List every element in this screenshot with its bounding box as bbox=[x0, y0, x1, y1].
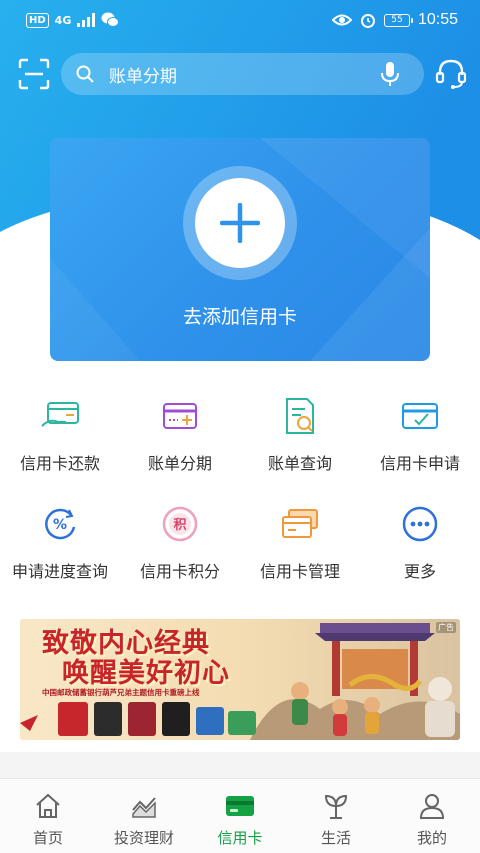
add-credit-card-panel[interactable]: 去添加信用卡 bbox=[50, 138, 430, 361]
card-apply-icon bbox=[402, 403, 438, 429]
tab-label: 我的 bbox=[416, 829, 447, 847]
eye-icon bbox=[331, 14, 352, 26]
tab-credit-card[interactable]: 信用卡 bbox=[192, 779, 288, 853]
clock-time: 10:55 bbox=[417, 11, 458, 28]
credit-card-icon bbox=[226, 796, 254, 816]
search-icon bbox=[76, 65, 94, 83]
life-icon bbox=[324, 794, 348, 819]
bottom-tab-bar: 首页 投资理财 信用卡 生活 我的 bbox=[0, 778, 480, 853]
promo-banner[interactable]: 致敬内心经典 唤醒美好初心 中国邮政储蓄银行葫芦兄弟主题信用卡重磅上线 广告 bbox=[20, 619, 460, 740]
search-placeholder: 账单分期 bbox=[109, 66, 177, 87]
wechat-icon bbox=[101, 12, 120, 27]
card-manage-icon bbox=[282, 509, 318, 538]
hd-badge: HD bbox=[26, 12, 49, 28]
status-bar: HD 4G 55 10:55 bbox=[0, 0, 480, 40]
function-label: 更多 bbox=[403, 562, 436, 581]
svg-text:积: 积 bbox=[173, 517, 186, 533]
svg-text:%: % bbox=[53, 517, 67, 533]
function-label: 信用卡积分 bbox=[139, 562, 220, 581]
function-card-apply[interactable]: 信用卡申请 bbox=[360, 396, 480, 504]
home-icon bbox=[36, 793, 60, 818]
alarm-icon bbox=[360, 14, 375, 28]
function-card-manage[interactable]: 信用卡管理 bbox=[240, 504, 360, 612]
card-points-icon: 积 bbox=[162, 506, 198, 542]
profile-icon bbox=[419, 794, 445, 819]
progress-query-icon: % bbox=[45, 508, 76, 540]
customer-service-icon[interactable] bbox=[434, 57, 468, 91]
tab-label: 首页 bbox=[32, 829, 63, 847]
function-card-points[interactable]: 积 信用卡积分 bbox=[120, 504, 240, 612]
ad-tag: 广告 bbox=[436, 622, 456, 633]
search-row: 账单分期 bbox=[0, 52, 480, 96]
function-grid: 信用卡还款 账单分期 账单查询 信用卡申请 % 申请进度查询 积 信用卡积分 信… bbox=[0, 396, 480, 612]
tab-label: 信用卡 bbox=[217, 829, 263, 847]
add-card-button[interactable] bbox=[195, 178, 285, 268]
tab-home[interactable]: 首页 bbox=[0, 779, 96, 853]
tab-life[interactable]: 生活 bbox=[288, 779, 384, 853]
function-bill-installment[interactable]: 账单分期 bbox=[120, 396, 240, 504]
function-label: 信用卡还款 bbox=[19, 454, 100, 473]
section-divider bbox=[0, 752, 480, 778]
function-more[interactable]: 更多 bbox=[360, 504, 480, 612]
function-label: 信用卡管理 bbox=[259, 562, 340, 581]
search-input[interactable]: 账单分期 bbox=[61, 53, 424, 95]
banner-title-line2: 唤醒美好初心 bbox=[62, 658, 230, 689]
bill-query-icon bbox=[286, 398, 314, 434]
banner-subtitle: 中国邮政储蓄银行葫芦兄弟主题信用卡重磅上线 bbox=[42, 688, 200, 697]
bill-installment-icon bbox=[163, 403, 197, 429]
function-label: 信用卡申请 bbox=[379, 454, 460, 473]
function-label: 账单查询 bbox=[267, 454, 332, 473]
function-card-repay[interactable]: 信用卡还款 bbox=[0, 396, 120, 504]
microphone-icon[interactable] bbox=[378, 61, 402, 87]
function-bill-query[interactable]: 账单查询 bbox=[240, 396, 360, 504]
network-type: 4G bbox=[54, 13, 72, 27]
battery-icon: 55 bbox=[383, 13, 413, 27]
function-label: 申请进度查询 bbox=[11, 562, 108, 581]
card-repay-icon bbox=[41, 402, 79, 427]
tab-label: 投资理财 bbox=[113, 829, 174, 847]
scan-icon[interactable] bbox=[18, 58, 50, 90]
signal-icon bbox=[77, 13, 96, 27]
more-icon bbox=[402, 506, 438, 542]
tab-label: 生活 bbox=[320, 829, 351, 847]
tab-profile[interactable]: 我的 bbox=[384, 779, 480, 853]
tab-invest[interactable]: 投资理财 bbox=[96, 779, 192, 853]
add-card-label: 去添加信用卡 bbox=[182, 306, 297, 328]
function-progress-query[interactable]: % 申请进度查询 bbox=[0, 504, 120, 612]
invest-icon bbox=[132, 797, 156, 818]
function-label: 账单分期 bbox=[147, 454, 212, 473]
plus-icon bbox=[220, 203, 260, 243]
